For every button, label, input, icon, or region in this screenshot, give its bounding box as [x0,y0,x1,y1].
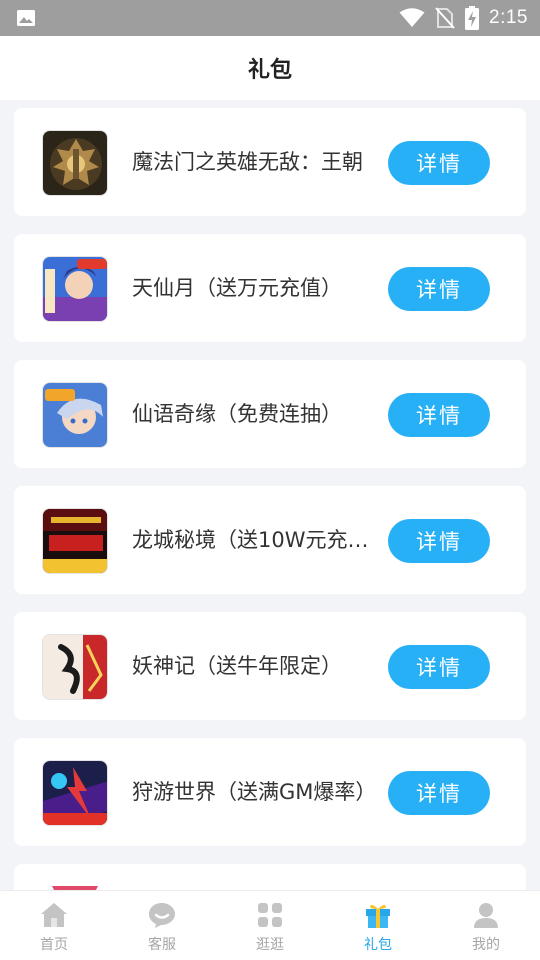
details-button[interactable]: 详情 [388,771,490,815]
image-notification-icon [17,10,35,26]
list-item-partial[interactable] [14,864,526,890]
clock-time: 2:15 [489,7,528,28]
no-sim-icon [435,7,455,29]
tab-label: 礼包 [364,937,392,953]
wifi-icon [399,8,425,27]
game-thumbnail [42,256,108,322]
game-name[interactable]: 魔法门之英雄无敌：王朝 [132,146,377,176]
game-thumbnail [42,130,108,196]
home-icon [41,903,67,927]
details-button[interactable]: 详情 [388,645,490,689]
gift-icon [366,904,390,928]
tab-browse[interactable]: 逛逛 [216,891,324,960]
game-name[interactable]: 狩游世界（送满GM爆率） [132,776,377,806]
gift-list[interactable]: 魔法门之英雄无敌：王朝 详情 天仙月（送万元充值） 详情 仙语奇缘（免费连抽） … [0,100,540,890]
details-button[interactable]: 详情 [388,141,490,185]
game-thumbnail [42,382,108,448]
list-item[interactable]: 仙语奇缘（免费连抽） 详情 [14,360,526,468]
tab-label: 客服 [148,937,176,953]
game-name[interactable]: 龙城秘境（送10W元充值） [132,524,377,554]
details-button[interactable]: 详情 [388,519,490,563]
details-button[interactable]: 详情 [388,267,490,311]
tab-label: 逛逛 [256,937,284,953]
game-name[interactable]: 天仙月（送万元充值） [132,272,377,302]
list-item[interactable]: 妖神记（送牛年限定） 详情 [14,612,526,720]
list-item[interactable]: 龙城秘境（送10W元充值） 详情 [14,486,526,594]
chat-icon [149,903,175,928]
game-thumbnail [42,508,108,574]
game-name[interactable]: 仙语奇缘（免费连抽） [132,398,377,428]
tab-gifts[interactable]: 礼包 [324,891,432,960]
battery-charging-icon [465,6,480,30]
details-button[interactable]: 详情 [388,393,490,437]
bottom-tab-bar: 首页 客服 逛逛 礼包 我的 [0,890,540,960]
tab-label: 我的 [472,937,500,953]
list-item[interactable]: 狩游世界（送满GM爆率） 详情 [14,738,526,846]
tab-home[interactable]: 首页 [0,891,108,960]
grid-icon [258,903,282,927]
tab-label: 首页 [40,937,68,953]
game-thumbnail [42,634,108,700]
list-item[interactable]: 天仙月（送万元充值） 详情 [14,234,526,342]
title-bar: 礼包 [0,36,540,100]
user-icon [474,903,498,928]
status-bar: 2:15 [0,0,540,36]
game-name[interactable]: 妖神记（送牛年限定） [132,650,377,680]
list-item[interactable]: 魔法门之英雄无敌：王朝 详情 [14,108,526,216]
tab-service[interactable]: 客服 [108,891,216,960]
page-title: 礼包 [247,58,292,83]
tab-mine[interactable]: 我的 [432,891,540,960]
game-thumbnail [42,760,108,826]
